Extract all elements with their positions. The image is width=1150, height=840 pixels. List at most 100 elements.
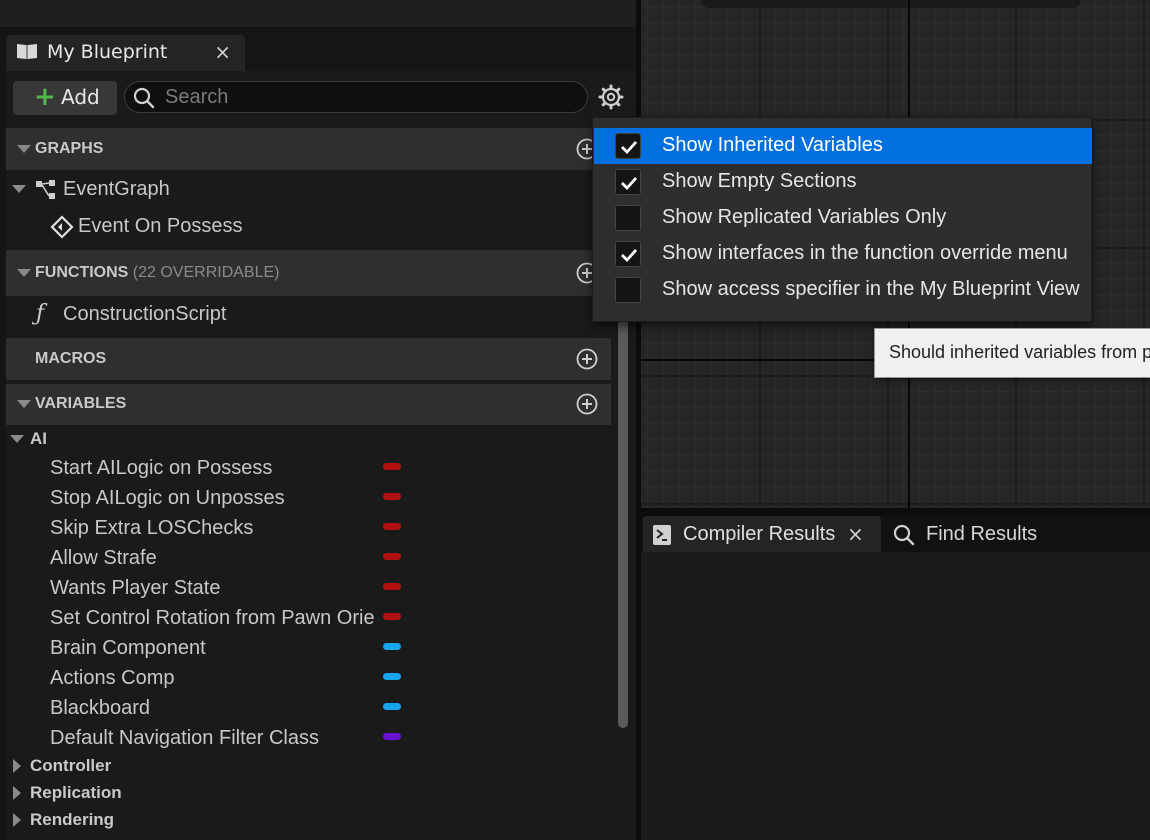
section-functions[interactable]: FUNCTIONS (22 OVERRIDABLE): [6, 250, 611, 296]
variable-row[interactable]: Set Control Rotation from Pawn Orientati…: [0, 605, 611, 635]
gear-icon[interactable]: [598, 84, 624, 110]
view-options-menu: Show Inherited Variables Show Empty Secti…: [592, 117, 1092, 322]
category-replication[interactable]: Replication: [0, 782, 611, 804]
category-ai[interactable]: AI: [6, 428, 611, 450]
menu-item[interactable]: Show interfaces in the function override…: [594, 236, 1092, 272]
tree-label: EventGraph: [63, 178, 170, 200]
tab-label: Compiler Results: [683, 523, 836, 545]
section-title: VARIABLES: [35, 395, 127, 412]
expand-arrow-icon[interactable]: [13, 759, 21, 773]
category-label: Rendering: [30, 810, 115, 829]
results-body: [641, 552, 1150, 840]
add-macro-icon[interactable]: [576, 348, 598, 370]
tab-label: Find Results: [926, 523, 1038, 545]
menu-item-label: Show Inherited Variables: [662, 134, 883, 156]
tree-label: Event On Possess: [78, 215, 243, 237]
tree-label: ConstructionScript: [63, 303, 227, 325]
collapse-arrow-icon[interactable]: [17, 145, 31, 153]
tab-close-button[interactable]: ×: [847, 522, 864, 546]
category-label: Controller: [30, 756, 112, 775]
variable-type-pill: [383, 613, 401, 620]
variable-row[interactable]: Wants Player State: [0, 575, 611, 605]
tree-row-event-on-possess[interactable]: Event On Possess: [6, 212, 611, 242]
variable-name: Blackboard: [50, 697, 151, 719]
section-title: FUNCTIONS (22 OVERRIDABLE): [35, 264, 280, 281]
tooltip: Should inherited variables from parent: [874, 328, 1150, 378]
variable-name: Actions Comp: [50, 667, 175, 689]
compiler-results-icon: [653, 525, 671, 545]
category-rendering[interactable]: Rendering: [0, 809, 611, 831]
variable-row[interactable]: Brain Component: [0, 635, 611, 665]
variable-row[interactable]: Start AILogic on Possess: [0, 455, 611, 485]
section-graphs[interactable]: GRAPHS: [6, 128, 611, 170]
tree-row-eventgraph[interactable]: EventGraph: [6, 175, 611, 205]
variable-type-pill: [383, 643, 401, 650]
add-button[interactable]: + Add: [13, 81, 117, 115]
collapse-arrow-icon[interactable]: [17, 400, 31, 408]
my-blueprint-panel: My Blueprint × + Add GRAPHS: [0, 0, 640, 840]
tree-row-construction-script[interactable]: ƒ ConstructionScript: [6, 301, 611, 331]
expand-arrow-icon[interactable]: [13, 813, 21, 827]
event-graph-icon: [36, 180, 55, 199]
tab-my-blueprint[interactable]: My Blueprint ×: [6, 35, 245, 71]
tab-compiler-results[interactable]: Compiler Results ×: [643, 516, 881, 554]
tooltip-text: Should inherited variables from parent: [889, 342, 1150, 362]
menu-item[interactable]: Show Inherited Variables: [594, 128, 1092, 164]
variable-row[interactable]: Actions Comp: [0, 665, 611, 695]
add-variable-icon[interactable]: [576, 393, 598, 415]
plus-icon: +: [34, 82, 56, 112]
menu-checkbox[interactable]: [615, 205, 641, 231]
checkmark-icon: [621, 249, 638, 263]
collapse-arrow-icon[interactable]: [10, 435, 24, 443]
variable-name: Stop AILogic on Unposses: [50, 487, 285, 509]
variable-name: Wants Player State: [50, 577, 221, 599]
variable-row[interactable]: Default Navigation Filter Class: [0, 725, 611, 755]
variable-row[interactable]: Allow Strafe: [0, 545, 611, 575]
menu-item[interactable]: Show access specifier in the My Blueprin…: [594, 272, 1092, 308]
menu-item-label: Show access specifier in the My Blueprin…: [662, 278, 1080, 300]
graph-frame: [641, 508, 1150, 516]
top-strip: [0, 0, 636, 27]
variable-row[interactable]: Skip Extra LOSChecks: [0, 515, 611, 545]
category-controller[interactable]: Controller: [0, 755, 611, 777]
checkmark-icon: [621, 177, 638, 191]
variable-name: Brain Component: [50, 637, 206, 659]
category-label: AI: [30, 429, 47, 448]
section-variables[interactable]: VARIABLES: [6, 384, 611, 425]
variable-name: Set Control Rotation from Pawn Orientati…: [50, 607, 375, 629]
node-shadow: [701, 0, 1081, 8]
menu-item[interactable]: Show Empty Sections: [594, 164, 1092, 200]
category-label: Replication: [30, 783, 122, 802]
variable-type-pill: [383, 733, 401, 740]
search-input[interactable]: [165, 84, 565, 110]
variable-row[interactable]: Stop AILogic on Unposses: [0, 485, 611, 515]
tab-close-button[interactable]: ×: [214, 40, 231, 64]
menu-checkbox[interactable]: [615, 277, 641, 303]
section-title: MACROS: [35, 350, 107, 367]
search-box[interactable]: [124, 81, 588, 113]
menu-item-label: Show interfaces in the function override…: [662, 242, 1068, 264]
tab-find-results[interactable]: Find Results: [884, 516, 1150, 552]
section-subtitle: (22 OVERRIDABLE): [132, 264, 280, 281]
variable-row[interactable]: Blackboard: [0, 695, 611, 725]
collapse-arrow-icon[interactable]: [17, 269, 31, 277]
menu-checkbox[interactable]: [615, 169, 641, 195]
menu-checkbox[interactable]: [615, 241, 641, 267]
menu-item-label: Show Empty Sections: [662, 170, 857, 192]
collapse-arrow-icon[interactable]: [12, 185, 26, 193]
variable-name: Allow Strafe: [50, 547, 157, 569]
event-icon: [50, 215, 74, 239]
menu-checkbox[interactable]: [615, 133, 641, 159]
variable-name: Skip Extra LOSChecks: [50, 517, 254, 539]
search-icon: [893, 524, 915, 546]
menu-item-label: Show Replicated Variables Only: [662, 206, 947, 228]
variable-type-pill: [383, 703, 401, 710]
variable-type-pill: [383, 493, 401, 500]
section-macros[interactable]: MACROS: [6, 338, 611, 380]
expand-arrow-icon[interactable]: [13, 786, 21, 800]
scrollbar[interactable]: [618, 310, 628, 728]
variable-name: Default Navigation Filter Class: [50, 727, 319, 749]
checkmark-icon: [621, 141, 638, 155]
variable-type-pill: [383, 583, 401, 590]
menu-item[interactable]: Show Replicated Variables Only: [594, 200, 1092, 236]
